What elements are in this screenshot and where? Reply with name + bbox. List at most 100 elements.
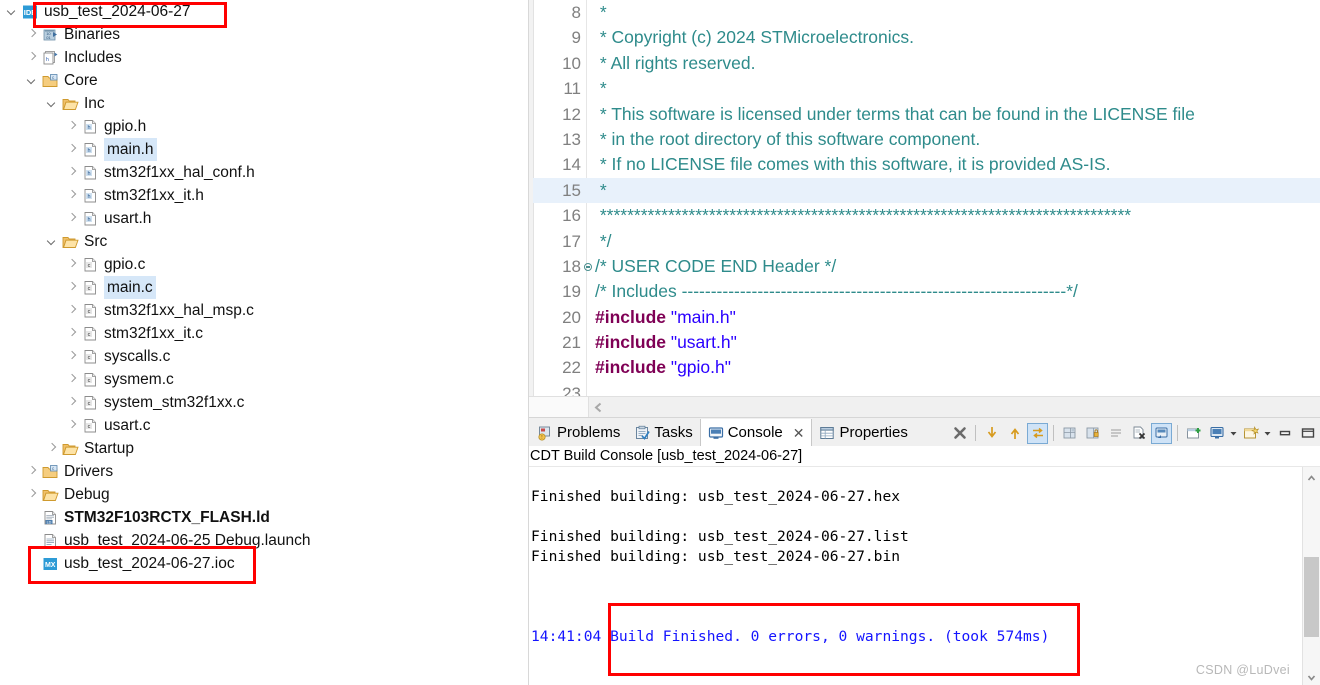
tree-item-system-stm32f1xx-c[interactable]: c system_stm32f1xx.c bbox=[0, 391, 528, 414]
tab-console[interactable]: Console ✕ bbox=[699, 419, 813, 447]
tree-item-stm32f1xx-it-c[interactable]: c stm32f1xx_it.c bbox=[0, 322, 528, 345]
chevron-right-icon[interactable] bbox=[26, 488, 39, 501]
chevron-right-icon[interactable] bbox=[66, 189, 79, 202]
code-line[interactable]: 14 * If no LICENSE file comes with this … bbox=[533, 152, 1320, 177]
tree-item-main-c[interactable]: c main.c bbox=[0, 276, 528, 299]
code-line[interactable]: 22 #include "gpio.h" bbox=[533, 355, 1320, 380]
scroll-down-icon[interactable] bbox=[981, 423, 1002, 444]
tab-problems[interactable]: ! Problems bbox=[530, 419, 627, 447]
tree-item-stm32f103rctx-flash-ld[interactable]: LD STM32F103RCTX_FLASH.ld bbox=[0, 506, 528, 529]
code-line[interactable]: 19 /* Includes --------------------------… bbox=[533, 279, 1320, 304]
chevron-right-icon[interactable] bbox=[66, 143, 79, 156]
view-tabs[interactable]: ! Problems Tasks Console ✕ Properties bbox=[530, 419, 915, 447]
chevron-right-icon[interactable] bbox=[66, 350, 79, 363]
tree-item-debug[interactable]: Debug bbox=[0, 483, 528, 506]
tree-item-main-h[interactable]: h main.h bbox=[0, 138, 528, 161]
chevron-right-icon[interactable] bbox=[26, 465, 39, 478]
tree-item-gpio-h[interactable]: h gpio.h bbox=[0, 115, 528, 138]
code-line[interactable]: 11 * bbox=[533, 76, 1320, 101]
pin-console-icon[interactable] bbox=[1082, 423, 1103, 444]
display-console-dropdown-icon[interactable] bbox=[1229, 429, 1238, 438]
code-line[interactable]: 15 * bbox=[533, 177, 1320, 204]
console-output-panel[interactable]: Finished building: usb_test_2024-06-27.h… bbox=[528, 467, 1320, 685]
open-console-icon[interactable] bbox=[1183, 423, 1204, 444]
scroll-left-arrow-icon[interactable] bbox=[592, 401, 605, 414]
remove-console-icon[interactable] bbox=[1128, 423, 1149, 444]
code-line[interactable]: 13 * in the root directory of this softw… bbox=[533, 127, 1320, 152]
code-line[interactable]: 18 /* USER CODE END Header */ bbox=[533, 254, 1320, 279]
new-console-dropdown-icon[interactable] bbox=[1263, 429, 1272, 438]
chevron-right-icon[interactable] bbox=[66, 258, 79, 271]
pane-divider[interactable] bbox=[528, 0, 529, 685]
chevron-right-icon[interactable] bbox=[66, 304, 79, 317]
tree-item-inc[interactable]: Inc bbox=[0, 92, 528, 115]
code-line[interactable]: 12 * This software is licensed under ter… bbox=[533, 102, 1320, 127]
tree-item-usart-c[interactable]: c usart.c bbox=[0, 414, 528, 437]
tree-item-src[interactable]: Src bbox=[0, 230, 528, 253]
tree-item-syscalls-c[interactable]: c syscalls.c bbox=[0, 345, 528, 368]
code-line[interactable]: 23 bbox=[533, 381, 1320, 396]
tree-item-drivers[interactable]: c Drivers bbox=[0, 460, 528, 483]
code-line[interactable]: 9 * Copyright (c) 2024 STMicroelectronic… bbox=[533, 25, 1320, 50]
code-line[interactable]: 16 *************************************… bbox=[533, 203, 1320, 228]
clear-console-icon[interactable] bbox=[1105, 423, 1126, 444]
chevron-right-icon[interactable] bbox=[46, 442, 59, 455]
chevron-right-icon[interactable] bbox=[66, 120, 79, 133]
tree-item-usb-test-2024-06-27-ioc[interactable]: MX usb_test_2024-06-27.ioc bbox=[0, 552, 528, 575]
chevron-down-icon[interactable] bbox=[46, 97, 59, 110]
tree-item-stm32f1xx-hal-conf-h[interactable]: h stm32f1xx_hal_conf.h bbox=[0, 161, 528, 184]
tree-item-gpio-c[interactable]: c gpio.c bbox=[0, 253, 528, 276]
console-scroll-thumb[interactable] bbox=[1304, 557, 1319, 637]
code-line[interactable]: 8 * bbox=[533, 0, 1320, 25]
code-line[interactable]: 20 #include "main.h" bbox=[533, 305, 1320, 330]
project-tree[interactable]: IDE usb_test_2024-06-27 10 01 Binaries h Inclu… bbox=[0, 0, 528, 575]
scroll-up-arrow-icon[interactable] bbox=[1306, 471, 1317, 482]
chevron-right-icon[interactable] bbox=[66, 281, 79, 294]
chevron-right-icon[interactable] bbox=[66, 396, 79, 409]
tree-item-sysmem-c[interactable]: c sysmem.c bbox=[0, 368, 528, 391]
code-line[interactable]: 17 */ bbox=[533, 229, 1320, 254]
code-line[interactable]: 21 #include "usart.h" bbox=[533, 330, 1320, 355]
chevron-right-icon[interactable] bbox=[26, 51, 39, 64]
tree-item-stm32f1xx-it-h[interactable]: h stm32f1xx_it.h bbox=[0, 184, 528, 207]
display-console-icon[interactable] bbox=[1206, 423, 1227, 444]
scroll-down-arrow-icon[interactable] bbox=[1306, 670, 1317, 681]
editor-horizontal-scrollbar[interactable] bbox=[528, 396, 1320, 417]
chevron-right-icon[interactable] bbox=[66, 212, 79, 225]
chevron-down-icon[interactable] bbox=[26, 74, 39, 87]
view-tab-bar[interactable]: ! Problems Tasks Console ✕ Properties bbox=[528, 417, 1320, 447]
tree-item-usb-test-2024-06-27[interactable]: IDE usb_test_2024-06-27 bbox=[0, 0, 528, 23]
tree-item-binaries[interactable]: 10 01 Binaries bbox=[0, 23, 528, 46]
chevron-right-icon[interactable] bbox=[66, 166, 79, 179]
tree-item-label: Inc bbox=[84, 95, 105, 112]
minimize-view-icon[interactable] bbox=[1274, 423, 1295, 444]
tree-item-usb-test-2024-06-25-debug-launch[interactable]: usb_test_2024-06-25 Debug.launch bbox=[0, 529, 528, 552]
tree-item-usart-h[interactable]: h usart.h bbox=[0, 207, 528, 230]
maximize-view-icon[interactable] bbox=[1297, 423, 1318, 444]
chevron-right-icon[interactable] bbox=[26, 28, 39, 41]
scroll-up-icon[interactable] bbox=[1004, 423, 1025, 444]
chevron-right-icon[interactable] bbox=[66, 327, 79, 340]
display-selected-console-icon[interactable] bbox=[1151, 422, 1172, 444]
tab-tasks[interactable]: Tasks bbox=[627, 419, 699, 447]
show-console-on-output-icon[interactable] bbox=[1059, 423, 1080, 444]
scroll-lock-icon[interactable] bbox=[1027, 422, 1048, 444]
console-toolbar[interactable] bbox=[949, 419, 1320, 447]
project-explorer[interactable]: IDE usb_test_2024-06-27 10 01 Binaries h Inclu… bbox=[0, 0, 528, 685]
chevron-right-icon[interactable] bbox=[66, 419, 79, 432]
console-vertical-scrollbar[interactable] bbox=[1302, 467, 1320, 685]
chevron-right-icon[interactable] bbox=[66, 373, 79, 386]
chevron-down-icon[interactable] bbox=[6, 5, 19, 18]
tree-item-stm32f1xx-hal-msp-c[interactable]: c stm32f1xx_hal_msp.c bbox=[0, 299, 528, 322]
tree-item-includes[interactable]: h Includes bbox=[0, 46, 528, 69]
tree-item-core[interactable]: c Core bbox=[0, 69, 528, 92]
code-lines[interactable]: 8 * 9 * Copyright (c) 2024 STMicroelectro… bbox=[533, 0, 1320, 396]
close-icon[interactable]: ✕ bbox=[793, 419, 805, 447]
tab-properties[interactable]: Properties bbox=[812, 419, 914, 447]
code-line[interactable]: 10 * All rights reserved. bbox=[533, 51, 1320, 76]
new-console-icon[interactable] bbox=[1240, 423, 1261, 444]
chevron-down-icon[interactable] bbox=[46, 235, 59, 248]
terminate-all-icon[interactable] bbox=[949, 423, 970, 444]
tree-item-startup[interactable]: Startup bbox=[0, 437, 528, 460]
code-editor[interactable]: 8 * 9 * Copyright (c) 2024 STMicroelectro… bbox=[528, 0, 1320, 417]
